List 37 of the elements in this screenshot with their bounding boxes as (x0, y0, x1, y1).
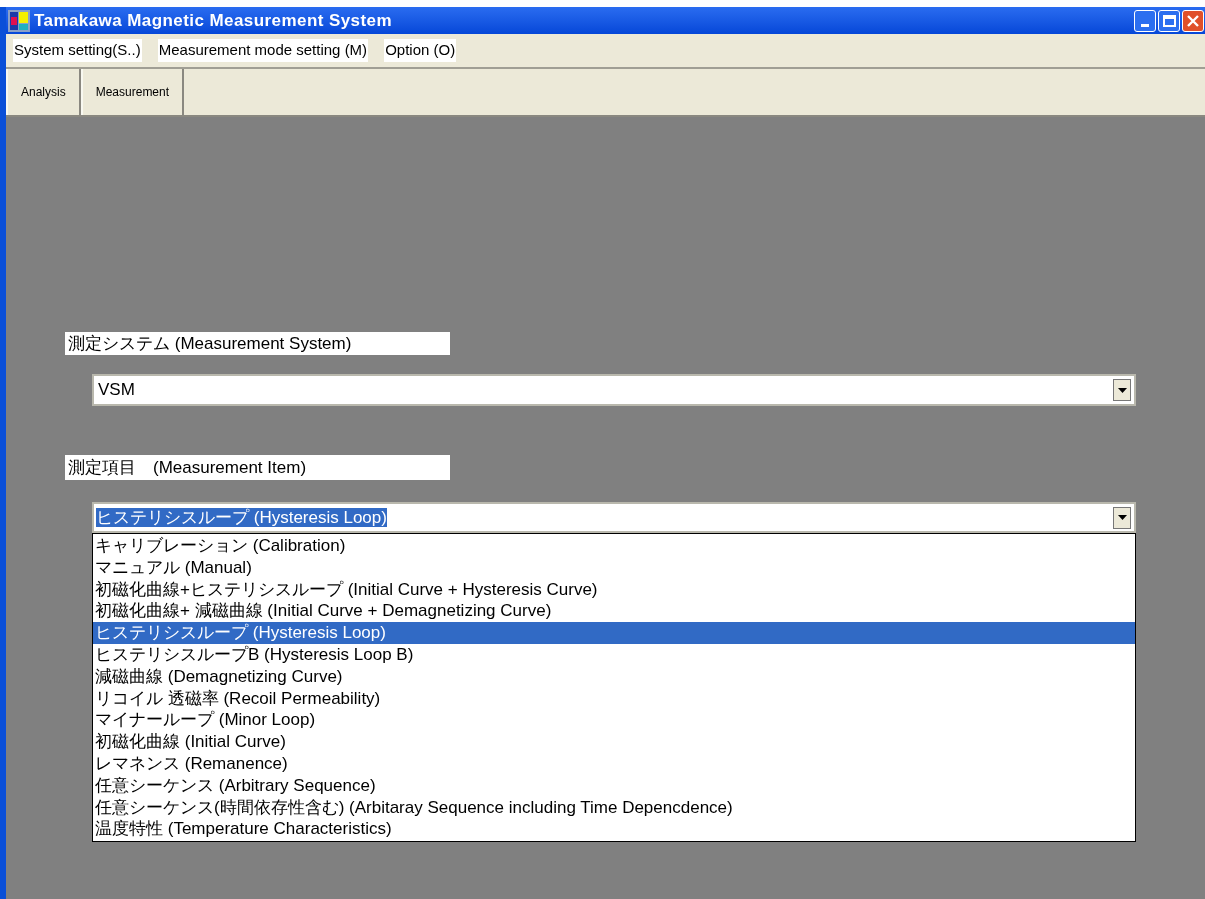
measurement-system-dropdown[interactable]: VSM (92, 374, 1136, 406)
minimize-icon (1141, 23, 1149, 27)
minimize-button[interactable] (1134, 9, 1156, 32)
menu-item[interactable]: System setting(S..) (13, 39, 142, 62)
dropdown-value: VSM (97, 379, 136, 402)
dropdown-option[interactable]: レマネンス (Remanence) (93, 752, 1135, 775)
dropdown-option[interactable]: リコイル 透磁率 (Recoil Permeability) (93, 687, 1135, 710)
toolbar-button[interactable]: Measurement (80, 69, 185, 115)
dropdown-option[interactable]: ヒステリシスループB (Hysteresis Loop B) (93, 644, 1135, 666)
dropdown-option[interactable]: マイナーループ (Minor Loop) (93, 709, 1135, 732)
toolbar-button[interactable]: Analysis (6, 69, 81, 115)
field-label: 測定項目 (Measurement Item) (65, 455, 450, 480)
maximize-button[interactable] (1158, 9, 1180, 32)
dropdown-value: ヒステリシスループ (Hysteresis Loop) (96, 507, 387, 527)
field-label: 測定システム (Measurement System) (65, 332, 450, 355)
dropdown-option[interactable]: 温度特性 (Temperature Characteristics) (93, 818, 1135, 841)
dropdown-option[interactable]: キャリブレーション (Calibration) (93, 535, 1135, 557)
measurement-item-dropdown[interactable]: ヒステリシスループ (Hysteresis Loop) (92, 502, 1136, 533)
app-icon (8, 9, 30, 32)
dropdown-option[interactable]: 減磁曲線 (Demagnetizing Curve) (93, 665, 1135, 688)
caret-icon (1117, 515, 1127, 520)
dropdown-option[interactable]: マニュアル (Manual) (93, 556, 1135, 579)
maximize-icon (1162, 14, 1176, 27)
dropdown-arrow-button[interactable] (1113, 379, 1131, 401)
close-icon (1187, 14, 1199, 27)
dropdown-option[interactable]: 初磁化曲線+ヒステリシスループ (Initial Curve + Hysteresis Curve) (93, 578, 1135, 601)
window-title: Tamakawa Magnetic Measurement System (34, 9, 393, 32)
dropdown-option[interactable]: 任意シーケンス (Arbitrary Sequence) (93, 774, 1135, 797)
dropdown-option[interactable]: 任意シーケンス(時間依存性含む) (Arbitaray Sequence including Time Depencdence) (93, 796, 1135, 819)
dropdown-option[interactable]: 初磁化曲線+ 減磁曲線 (Initial Curve + Demagnetizing Curve) (93, 600, 1135, 623)
dropdown-arrow-button[interactable] (1113, 506, 1131, 529)
menu-item[interactable]: Option (O) (384, 39, 457, 62)
caret-icon (1117, 387, 1127, 393)
close-button[interactable] (1182, 9, 1204, 32)
dropdown-option[interactable]: ヒステリシスループ (Hysteresis Loop) (93, 622, 1135, 644)
dropdown-option[interactable]: 初磁化曲線 (Initial Curve) (93, 731, 1135, 753)
menu-item[interactable]: Measurement mode setting (M) (157, 39, 369, 62)
